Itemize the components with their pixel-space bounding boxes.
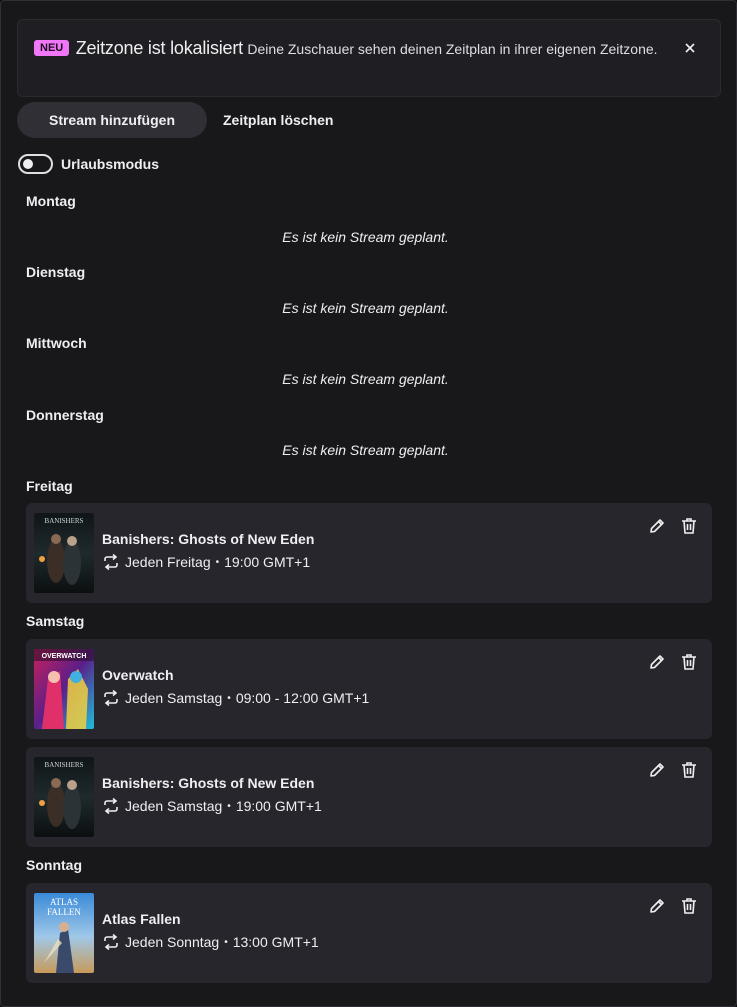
stream-schedule: Jeden Freitag • 19:00 GMT+1 [102, 554, 310, 570]
stream-title: Banishers: Ghosts of New Eden [102, 775, 315, 791]
action-buttons: Stream hinzufügen Zeitplan löschen [17, 102, 333, 138]
stream-time: 19:00 GMT+1 [224, 554, 311, 570]
pencil-icon[interactable] [648, 761, 666, 779]
close-icon[interactable] [680, 38, 700, 58]
game-thumbnail: BANISHERS [34, 757, 94, 837]
vacation-mode-row: Urlaubsmodus [18, 154, 159, 174]
repeat-icon [102, 554, 120, 570]
pencil-icon[interactable] [648, 653, 666, 671]
stream-title: Banishers: Ghosts of New Eden [102, 531, 315, 547]
stream-card[interactable]: ATLAS FALLEN Atlas Fallen Jeden Sonntag … [26, 883, 712, 983]
trash-icon[interactable] [680, 897, 698, 915]
repeat-icon [102, 690, 120, 706]
empty-text: Es ist kein Stream geplant. [282, 229, 449, 245]
stream-time: 13:00 GMT+1 [232, 934, 319, 950]
stream-time: 09:00 - 12:00 GMT+1 [235, 690, 370, 706]
stream-time: 19:00 GMT+1 [235, 798, 322, 814]
stream-card[interactable]: BANISHERS Banishers: Ghosts of New Eden … [26, 747, 712, 847]
empty-monday: Es ist kein Stream geplant. [1, 229, 737, 245]
stream-schedule: Jeden Samstag • 09:00 - 12:00 GMT+1 [102, 690, 369, 706]
thumb-label: OVERWATCH [42, 653, 87, 660]
stream-title: Atlas Fallen [102, 911, 181, 927]
day-label-saturday: Samstag [26, 613, 85, 629]
empty-text: Es ist kein Stream geplant. [282, 300, 449, 316]
day-label-friday: Freitag [26, 478, 73, 494]
thumb-label-2: FALLEN [47, 907, 81, 917]
timezone-banner: NEU Zeitzone ist lokalisiert Deine Zusch… [17, 19, 721, 97]
stream-repeat: Jeden Sonntag [125, 934, 220, 950]
stream-schedule: Jeden Sonntag • 13:00 GMT+1 [102, 934, 319, 950]
day-label-monday: Montag [26, 193, 76, 209]
day-label-wednesday: Mittwoch [26, 335, 87, 351]
stream-schedule: Jeden Samstag • 19:00 GMT+1 [102, 798, 322, 814]
empty-thursday: Es ist kein Stream geplant. [1, 442, 737, 458]
empty-text: Es ist kein Stream geplant. [282, 371, 449, 387]
game-thumbnail: OVERWATCH [34, 649, 94, 729]
delete-schedule-button[interactable]: Zeitplan löschen [223, 112, 333, 128]
thumb-label: BANISHERS [45, 761, 84, 769]
game-thumbnail: ATLAS FALLEN [34, 893, 94, 973]
empty-text: Es ist kein Stream geplant. [282, 442, 449, 458]
stream-card[interactable]: OVERWATCH Overwatch Jeden Samstag • 09:0… [26, 639, 712, 739]
stream-repeat: Jeden Samstag [125, 690, 223, 706]
stream-repeat: Jeden Samstag [125, 798, 223, 814]
new-badge: NEU [34, 40, 70, 56]
empty-tuesday: Es ist kein Stream geplant. [1, 300, 737, 316]
day-label-thursday: Donnerstag [26, 407, 104, 423]
stream-card[interactable]: BANISHERS Banishers: Ghosts of New Eden … [26, 503, 712, 603]
game-thumbnail: BANISHERS [34, 513, 94, 593]
trash-icon[interactable] [680, 761, 698, 779]
trash-icon[interactable] [680, 653, 698, 671]
day-label-sunday: Sonntag [26, 857, 82, 873]
trash-icon[interactable] [680, 517, 698, 535]
thumb-label: ATLAS [50, 897, 78, 907]
banner-text: Deine Zuschauer sehen deinen Zeitplan in… [247, 41, 658, 57]
empty-wednesday: Es ist kein Stream geplant. [1, 371, 737, 387]
toggle-knob [23, 159, 33, 169]
banner-title: Zeitzone ist lokalisiert [75, 38, 243, 58]
stream-repeat: Jeden Freitag [125, 554, 211, 570]
day-label-tuesday: Dienstag [26, 264, 86, 280]
pencil-icon[interactable] [648, 897, 666, 915]
vacation-mode-toggle[interactable] [18, 154, 53, 174]
repeat-icon [102, 798, 120, 814]
thumb-label: BANISHERS [45, 517, 84, 525]
schedule-panel: NEU Zeitzone ist lokalisiert Deine Zusch… [0, 0, 737, 1007]
stream-title: Overwatch [102, 667, 174, 683]
vacation-mode-label: Urlaubsmodus [61, 156, 160, 172]
pencil-icon[interactable] [648, 517, 666, 535]
add-stream-button[interactable]: Stream hinzufügen [17, 102, 207, 138]
repeat-icon [102, 934, 120, 950]
